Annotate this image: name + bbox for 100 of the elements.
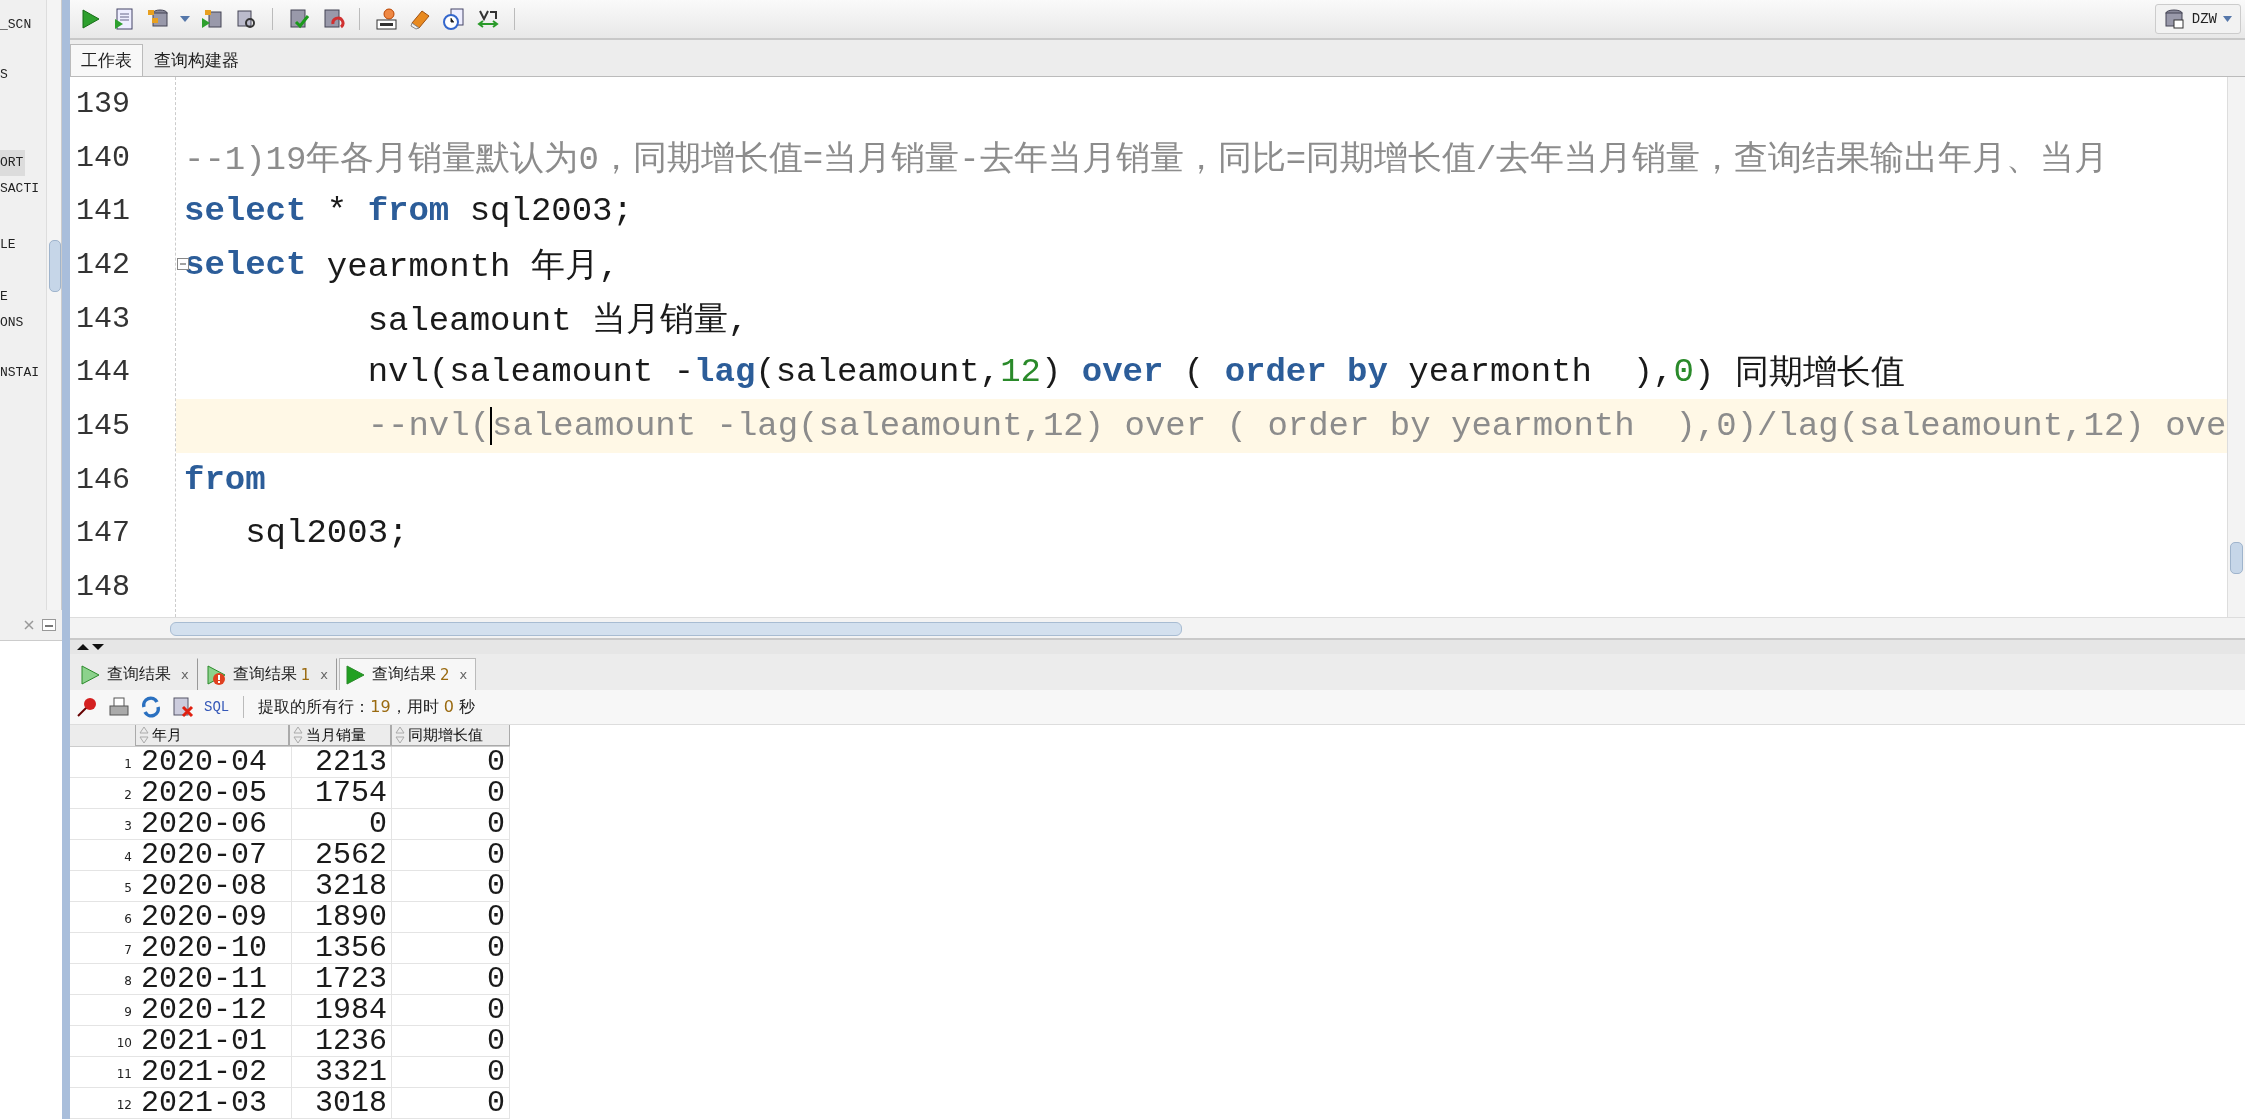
code-comment: saleamount -lag(saleamount,12) over ( order by yearmonth ),0)/lag(saleamount,12) ove [492,406,2227,445]
code-text: ) 同期增长值 [1693,354,1905,396]
sql-keyword: from [184,460,266,499]
scrollbar[interactable] [2227,77,2245,617]
database-run-icon[interactable] [200,7,224,31]
table-cell: 0 [392,840,510,870]
collapse-arrows-icon[interactable] [76,643,106,651]
sql-link[interactable]: SQL [204,699,230,715]
table-cell: 0 [392,871,510,901]
row-number: 4 [123,849,133,866]
table-cell: 1236 [292,1026,392,1056]
sidebar-item[interactable]: _SCN [0,12,34,38]
column-header[interactable]: 当月销量 [289,725,392,746]
code-text: (saleamount, [755,353,1001,392]
table-cell: 0 [392,1057,510,1087]
table-cell: 2021-01 [137,1026,292,1056]
code-number: 12 [1000,353,1041,392]
line-number: 140 [76,140,130,175]
table-cell: 1890 [292,902,392,932]
line-number: 141 [76,194,130,229]
row-number: 9 [123,1004,133,1021]
table-cell: 2020-08 [137,871,292,901]
close-icon[interactable] [24,620,34,630]
table-cell: 0 [392,902,510,932]
row-number: 8 [123,973,133,990]
sidebar-item[interactable]: S [0,62,10,88]
sidebar-item[interactable]: E [0,284,10,310]
table-cell: 0 [392,1026,510,1056]
row-number: 1 [123,756,133,773]
scrollbar[interactable] [46,0,61,610]
line-number: 148 [76,570,130,605]
caret-icon [2223,16,2232,22]
table-cell: 0 [392,964,510,994]
line-number: 143 [76,301,130,336]
database-undo-icon[interactable] [321,7,345,31]
script-icon[interactable] [112,7,136,31]
sql-keyword: select [184,192,307,231]
table-cell: 2020-05 [137,778,292,808]
table-cell: 0 [392,1088,510,1118]
clock-icon[interactable] [442,7,466,31]
table-cell: 0 [392,747,510,777]
sidebar-item[interactable]: LE [0,232,18,258]
table-cell: 2020-10 [137,933,292,963]
refresh-icon[interactable] [140,696,162,718]
row-number: 2 [123,787,133,804]
result-tab[interactable]: 查询结果 2 x [338,658,477,690]
sql-keyword: select [184,245,307,284]
table-cell: 0 [392,995,510,1025]
table-cell: 1356 [292,933,392,963]
scrollbar[interactable] [70,617,2245,638]
table-cell: 0 [392,778,510,808]
text-cursor [490,406,493,445]
row-number: 12 [115,1097,133,1114]
table-cell: 2021-02 [137,1057,292,1087]
table-cell: 2020-06 [137,809,292,839]
row-number: 10 [115,1035,133,1052]
table-cell: 0 [392,809,510,839]
table-cell: 3321 [292,1057,392,1087]
sidebar-item[interactable]: ORT [0,150,26,176]
code-text: ( [1182,353,1206,392]
code-number: 0 [1673,353,1694,392]
line-number: 145 [76,408,130,443]
code-text: sql2003; [468,192,633,231]
database-search-icon[interactable] [234,7,258,31]
table-cell: 3218 [292,871,392,901]
code-text: ) [1040,353,1063,392]
table-cell: 2020-09 [137,902,292,932]
sql-keyword: order by [1224,353,1388,392]
close-button[interactable]: x [181,667,189,682]
close-button[interactable]: x [459,667,468,682]
connection-dropdown[interactable]: DZW [2154,4,2241,34]
code-text: yearmonth ), [1407,353,1674,392]
column-header[interactable]: 同期增长值 [391,725,510,746]
table-cell: 0 [392,933,510,963]
sql-keyword: over [1081,353,1164,392]
code-text: sql2003; [244,514,409,553]
close-button[interactable]: x [320,667,328,682]
sidebar-item[interactable]: ONS [0,310,26,336]
column-header[interactable]: 年月 [134,725,290,746]
pin-icon[interactable] [76,696,98,718]
minimize-icon[interactable] [42,619,56,631]
sidebar-item[interactable]: SACTI [0,176,41,202]
database-check-icon[interactable] [287,7,311,31]
dropdown-caret-icon[interactable] [180,15,190,23]
table-cell: 3018 [292,1088,392,1118]
code-comment: --nvl( [366,406,491,445]
row-number: 3 [123,818,133,835]
table-cell: 2020-07 [137,840,292,870]
print-icon[interactable] [108,696,130,718]
editor-tab[interactable]: 查询构建器 [143,44,250,76]
line-number: 144 [76,355,130,390]
table-cell: 2020-12 [137,995,292,1025]
line-number: 147 [76,516,130,551]
database-icon [2163,8,2186,30]
sql-keyword: from [367,192,450,231]
sidebar-item[interactable]: NSTAI [0,360,41,386]
fetch-status: 提取的所有行：19，用时 0 秒 [258,696,475,718]
editor-tab[interactable]: 工作表 [70,44,143,76]
code-text: * [325,192,349,231]
delete-icon[interactable] [172,696,194,718]
